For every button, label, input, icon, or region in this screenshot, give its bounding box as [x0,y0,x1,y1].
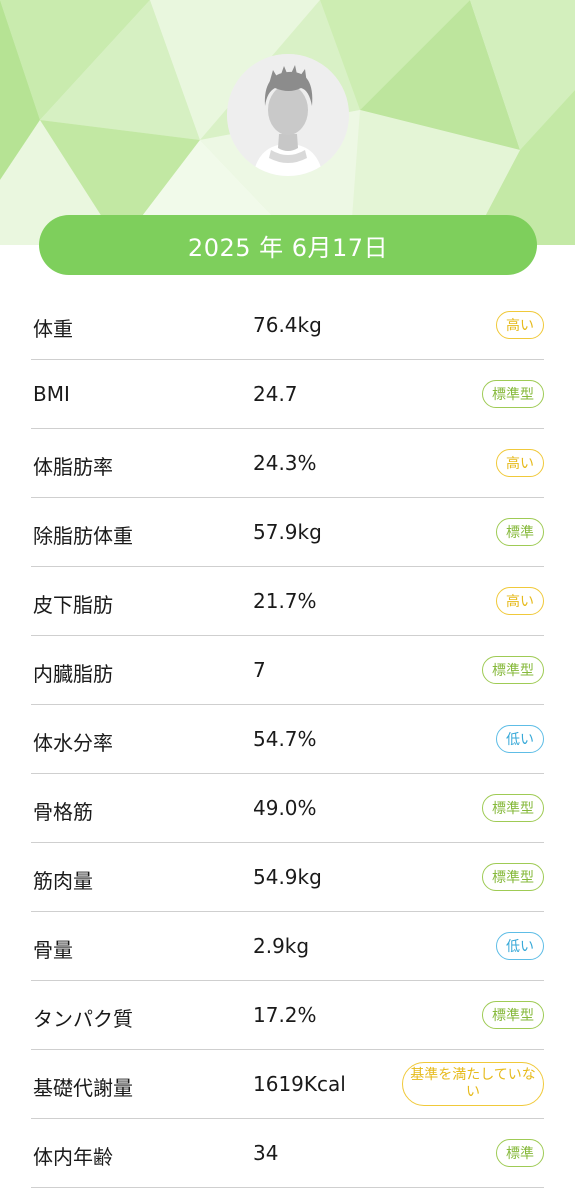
metric-value: 24.7 [253,382,298,406]
status-badge: 標準型 [482,656,544,684]
date-banner: 2025 年 6月17日 [39,215,537,275]
metric-label: 皮下脂肪 [33,593,113,617]
metric-label: 体重 [33,317,73,341]
metric-row-subcutaneous-fat[interactable]: 皮下脂肪 21.7% 高い [31,567,544,636]
metric-row-bmi[interactable]: BMI 24.7 標準型 [31,360,544,429]
metric-value: 76.4kg [253,313,322,337]
metric-value: 2.9kg [253,934,310,958]
status-badge: 標準 [496,518,544,546]
avatar[interactable] [227,54,349,176]
status-badge: 標準 [496,1139,544,1167]
status-badge: 高い [496,311,544,339]
metric-value: 57.9kg [253,520,322,544]
metric-row-metabolic-age[interactable]: 体内年齢 34 標準 [31,1119,544,1188]
metric-label: 体脂肪率 [33,455,113,479]
metric-row-bone-mass[interactable]: 骨量 2.9kg 低い [31,912,544,981]
metric-row-lean-mass[interactable]: 除脂肪体重 57.9kg 標準 [31,498,544,567]
metric-value: 24.3% [253,451,317,475]
status-badge: 標準型 [482,863,544,891]
metric-label: タンパク質 [33,1007,133,1031]
metric-value: 21.7% [253,589,317,613]
metric-label: 体水分率 [33,731,113,755]
status-badge: 基準を満たしていない [402,1062,544,1106]
metric-label: 骨格筋 [33,800,93,824]
metric-value: 7 [253,658,266,682]
metric-row-body-water[interactable]: 体水分率 54.7% 低い [31,705,544,774]
metric-label: 筋肉量 [33,869,93,893]
metric-value: 54.7% [253,727,317,751]
status-badge: 高い [496,587,544,615]
measurement-date: 2025 年 6月17日 [187,233,389,262]
metric-row-muscle-mass[interactable]: 筋肉量 54.9kg 標準型 [31,843,544,912]
metric-value: 54.9kg [253,865,322,889]
metric-value: 34 [253,1141,279,1165]
status-badge: 低い [496,725,544,753]
status-badge: 低い [496,932,544,960]
metric-row-bmr[interactable]: 基礎代謝量 1619Kcal 基準を満たしていない [31,1050,544,1119]
metric-label: BMI [33,382,70,406]
metric-row-skeletal-muscle[interactable]: 骨格筋 49.0% 標準型 [31,774,544,843]
metric-label: 骨量 [33,938,73,962]
metric-value: 1619Kcal [253,1072,346,1096]
metric-value: 17.2% [253,1003,317,1027]
person-silhouette-icon [227,54,349,176]
metric-label: 除脂肪体重 [33,524,133,548]
header-background [0,0,575,245]
metric-row-protein[interactable]: タンパク質 17.2% 標準型 [31,981,544,1050]
metric-label: 基礎代謝量 [33,1076,133,1100]
metric-row-body-fat[interactable]: 体脂肪率 24.3% 高い [31,429,544,498]
metric-value: 49.0% [253,796,317,820]
metrics-list: 体重 76.4kg 高い BMI 24.7 標準型 体脂肪率 24.3% 高い … [0,291,575,1188]
status-badge: 標準型 [482,794,544,822]
metric-row-weight[interactable]: 体重 76.4kg 高い [31,291,544,360]
metric-label: 内臓脂肪 [33,662,113,686]
metric-label: 体内年齢 [33,1145,113,1169]
metric-row-visceral-fat[interactable]: 内臓脂肪 7 標準型 [31,636,544,705]
status-badge: 高い [496,449,544,477]
status-badge: 標準型 [482,1001,544,1029]
status-badge: 標準型 [482,380,544,408]
